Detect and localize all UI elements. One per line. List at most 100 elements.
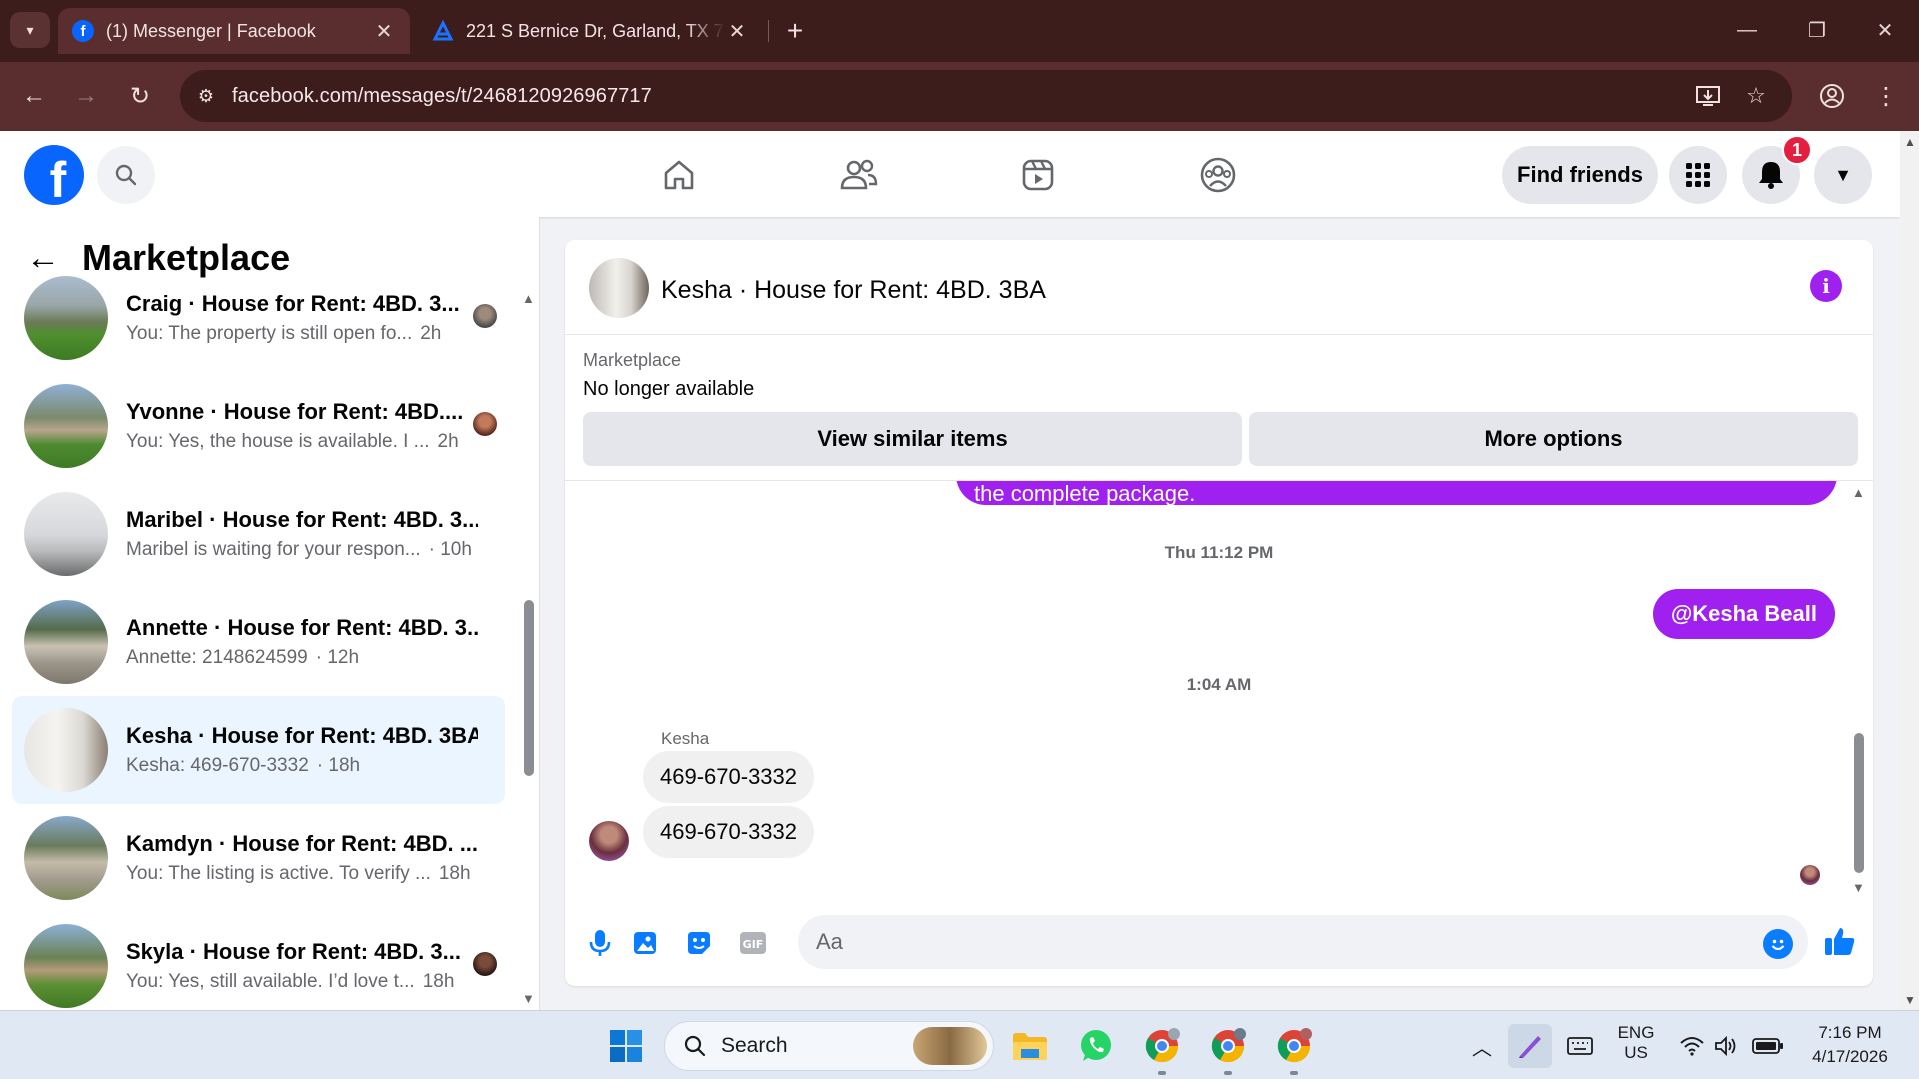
conversation-name: Yvonne · House for Rent: 4BD.... (126, 399, 464, 424)
seen-avatar (473, 412, 497, 436)
search-icon (115, 164, 137, 186)
scroll-up-arrow-icon[interactable]: ▲ (522, 291, 535, 306)
read-receipt-avatar (1800, 865, 1820, 885)
marketplace-listing-card: Marketplace No longer available View sim… (565, 336, 1873, 481)
conversation-name: Craig · House for Rent: 4BD. 3... (126, 291, 460, 316)
nav-video[interactable] (998, 149, 1078, 201)
scroll-down-arrow-icon[interactable]: ▼ (522, 991, 535, 1006)
address-bar[interactable]: ⚙ facebook.com/messages/t/24681209269677… (180, 70, 1792, 122)
reload-button[interactable]: ↻ (120, 76, 160, 116)
new-tab-button[interactable]: + (780, 14, 810, 48)
like-thumbs-up-icon[interactable] (1822, 923, 1858, 959)
conversation-item[interactable]: Annette · House for Rent: 4BD. 3... Anne… (12, 588, 505, 696)
conversation-item[interactable]: Yvonne · House for Rent: 4BD.... You: Ye… (12, 372, 505, 480)
file-explorer-icon[interactable] (1008, 1024, 1052, 1068)
tab-search-button[interactable]: ▾ (10, 12, 50, 48)
tab-title: (1) Messenger | Facebook (106, 20, 316, 41)
chrome-profile-3-icon[interactable] (1272, 1024, 1316, 1068)
listing-avatar[interactable] (589, 258, 649, 318)
tab-zillow[interactable]: 221 S Bernice Dr, Garland, TX 75 ✕ (418, 8, 763, 54)
more-options-button[interactable]: More options (1249, 412, 1858, 466)
conversation-preview: You: The listing is active. To verify ..… (126, 863, 471, 884)
nav-home[interactable] (639, 149, 719, 201)
photo-icon[interactable] (627, 925, 663, 961)
scroll-up-arrow-icon[interactable]: ▲ (1852, 485, 1865, 500)
menu-grid-button[interactable] (1669, 146, 1727, 204)
microphone-icon[interactable] (582, 925, 618, 961)
find-friends-button[interactable]: Find friends (1502, 146, 1658, 204)
timestamp: 1:04 AM (1186, 675, 1252, 694)
message-input[interactable]: Aa (798, 915, 1808, 969)
conversation-name: Maribel · House for Rent: 4BD. 3... (126, 507, 478, 532)
conversation-item[interactable]: Craig · House for Rent: 4BD. 3... You: T… (12, 264, 505, 372)
listing-thumbnail (24, 276, 108, 360)
profile-icon[interactable] (1812, 76, 1852, 116)
pen-app-icon[interactable] (1508, 1024, 1552, 1068)
gif-icon[interactable]: GIF (735, 925, 771, 961)
input-language[interactable]: ENG US (1614, 1023, 1658, 1063)
bookmark-star-icon[interactable]: ☆ (1738, 78, 1774, 114)
info-icon[interactable]: i (1810, 270, 1842, 302)
chrome-profile-1-icon[interactable] (1140, 1024, 1184, 1068)
sticker-icon[interactable] (681, 925, 717, 961)
chat-title[interactable]: Kesha · House for Rent: 4BD. 3BA (661, 276, 1046, 305)
scroll-down-arrow-icon[interactable]: ▼ (1852, 880, 1865, 895)
clock-date: 4/17/2026 (1812, 1047, 1888, 1066)
conversation-preview: You: Yes, the house is available. I ... 2… (126, 431, 459, 452)
view-similar-items-button[interactable]: View similar items (583, 412, 1242, 466)
install-app-icon[interactable] (1690, 78, 1726, 114)
search-button[interactable] (97, 146, 155, 204)
thread-scrollbar[interactable] (1854, 733, 1864, 873)
windows-start-icon[interactable] (604, 1024, 648, 1068)
nav-friends[interactable] (819, 149, 899, 201)
battery-icon[interactable] (1746, 1024, 1790, 1068)
listing-status: No longer available (583, 378, 755, 400)
video-icon (1022, 159, 1054, 191)
conversation-preview: Kesha: 469-670-3332 · 18h (126, 755, 361, 776)
marketplace-label: Marketplace (583, 350, 682, 370)
sender-avatar[interactable] (589, 821, 629, 861)
conversation-item[interactable]: Kamdyn · House for Rent: 4BD. ... You: T… (12, 804, 505, 912)
taskbar-search[interactable]: Search (664, 1021, 994, 1071)
nav-groups[interactable] (1178, 149, 1258, 201)
scroll-up-arrow-icon[interactable]: ▲ (1904, 135, 1916, 149)
show-hidden-icons-chevron-icon[interactable]: ︿ (1460, 1024, 1504, 1068)
minimize-button[interactable]: — (1724, 12, 1770, 48)
tab-divider (768, 20, 769, 42)
volume-icon[interactable] (1704, 1024, 1748, 1068)
site-info-icon[interactable]: ⚙ (180, 86, 232, 107)
conversation-item[interactable]: Maribel · House for Rent: 4BD. 3... Mari… (12, 480, 505, 588)
whatsapp-icon[interactable] (1074, 1024, 1118, 1068)
keyboard-icon[interactable] (1558, 1024, 1602, 1068)
url-text[interactable]: facebook.com/messages/t/2468120926967717 (232, 85, 652, 108)
conversation-preview: You: Yes, still available. I’d love t...… (126, 971, 455, 992)
browser-menu-icon[interactable]: ⋮ (1866, 76, 1906, 116)
message-composer: GIF Aa (565, 901, 1873, 986)
notification-badge: 1 (1782, 135, 1812, 165)
emoji-icon[interactable] (1763, 929, 1793, 959)
incoming-message: 469-670-3332 (643, 751, 815, 803)
conversation-item[interactable]: Skyla · House for Rent: 4BD. 3... You: Y… (12, 912, 505, 1010)
home-icon (664, 160, 694, 190)
tab-close-icon[interactable]: ✕ (725, 19, 749, 44)
incoming-message: 469-670-3332 (643, 806, 815, 858)
restore-button[interactable]: ❐ (1794, 12, 1840, 48)
running-indicator (1158, 1071, 1166, 1075)
window-close-button[interactable]: ✕ (1862, 12, 1908, 48)
tab-messenger[interactable]: f (1) Messenger | Facebook ✕ (58, 8, 410, 54)
outgoing-message: the complete package. (956, 481, 1837, 505)
conversation-name: Kesha · House for Rent: 4BD. 3BA (126, 723, 478, 748)
facebook-logo-icon[interactable]: f (24, 145, 84, 205)
page-scrollbar[interactable]: ▲ ▼ (1900, 131, 1919, 1010)
list-scrollbar[interactable] (524, 600, 534, 776)
tab-close-icon[interactable]: ✕ (372, 19, 396, 44)
chrome-profile-2-icon[interactable] (1206, 1024, 1250, 1068)
scroll-down-arrow-icon[interactable]: ▼ (1904, 993, 1916, 1007)
account-button[interactable]: ▼ (1814, 146, 1872, 204)
clock[interactable]: 7:16 PM 4/17/2026 (1800, 1023, 1900, 1067)
back-button[interactable]: ← (14, 76, 54, 116)
forward-button[interactable]: → (66, 76, 106, 116)
sender-name: Kesha (661, 729, 710, 748)
taskbar-search-text: Search (721, 1034, 788, 1057)
conversation-item-selected[interactable]: Kesha · House for Rent: 4BD. 3BA Kesha: … (12, 696, 505, 804)
